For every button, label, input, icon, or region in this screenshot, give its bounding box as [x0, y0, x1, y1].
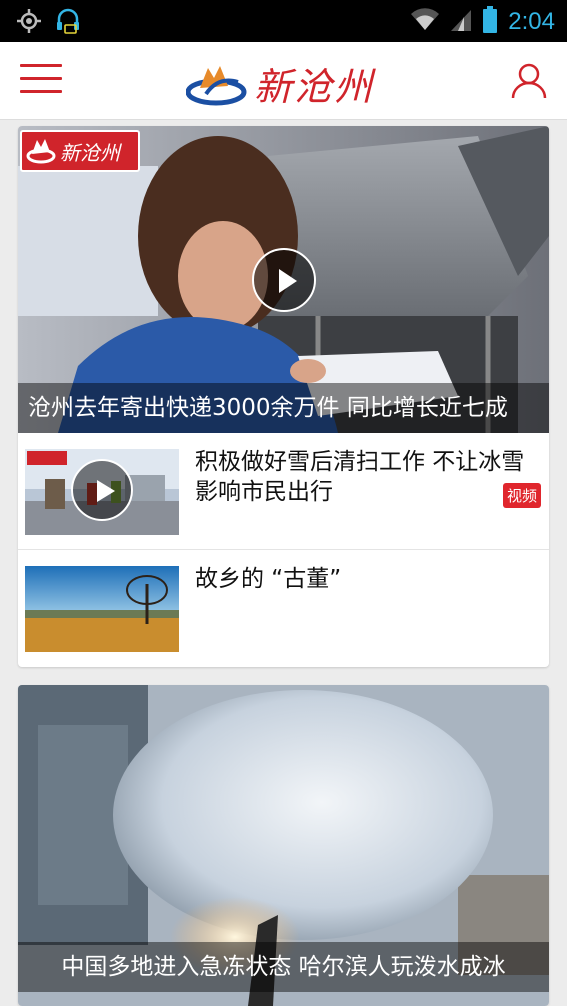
story-thumbnail	[25, 449, 179, 535]
featured-story[interactable]: 中国多地进入急冻状态 哈尔滨人玩泼水成冰	[18, 685, 549, 1006]
story-title: 积极做好雪后清扫工作 不让冰雪影响市民出行	[195, 449, 525, 505]
watermark-logo-icon	[26, 139, 56, 164]
cell-signal-icon	[450, 8, 472, 36]
clock: 2:04	[508, 8, 555, 35]
hamburger-menu-icon[interactable]	[20, 64, 62, 98]
story-thumbnail	[25, 566, 179, 652]
list-item[interactable]: 故乡的 “古董”	[18, 550, 549, 667]
app-header: 新沧州	[0, 42, 567, 120]
play-icon[interactable]	[252, 248, 316, 312]
news-card: 新沧州 沧州去年寄出快递3000余万件 同比增长近七成 积极做好雪后清扫工作 不…	[18, 126, 549, 667]
user-profile-icon[interactable]	[511, 62, 547, 100]
featured-video-story[interactable]: 新沧州 沧州去年寄出快递3000余万件 同比增长近七成	[18, 126, 549, 433]
logo-text: 新沧州	[254, 64, 375, 109]
status-bar: 2:04	[0, 0, 567, 42]
headset-notification-icon	[56, 7, 80, 39]
featured-story-title: 中国多地进入急冻状态 哈尔滨人玩泼水成冰	[18, 942, 549, 992]
battery-icon	[482, 6, 498, 38]
featured-story-title: 沧州去年寄出快递3000余万件 同比增长近七成	[18, 383, 549, 433]
wifi-icon	[410, 8, 440, 36]
gps-icon	[16, 8, 42, 38]
story-title: 故乡的 “古董”	[195, 566, 342, 592]
news-card: 中国多地进入急冻状态 哈尔滨人玩泼水成冰	[18, 685, 549, 1006]
source-watermark: 新沧州	[20, 130, 140, 172]
play-icon[interactable]	[71, 459, 133, 521]
app-logo: 新沧州	[186, 56, 386, 110]
video-badge: 视频	[502, 483, 541, 508]
list-item[interactable]: 积极做好雪后清扫工作 不让冰雪影响市民出行 视频	[18, 433, 549, 550]
logo-emblem-icon	[186, 66, 247, 106]
